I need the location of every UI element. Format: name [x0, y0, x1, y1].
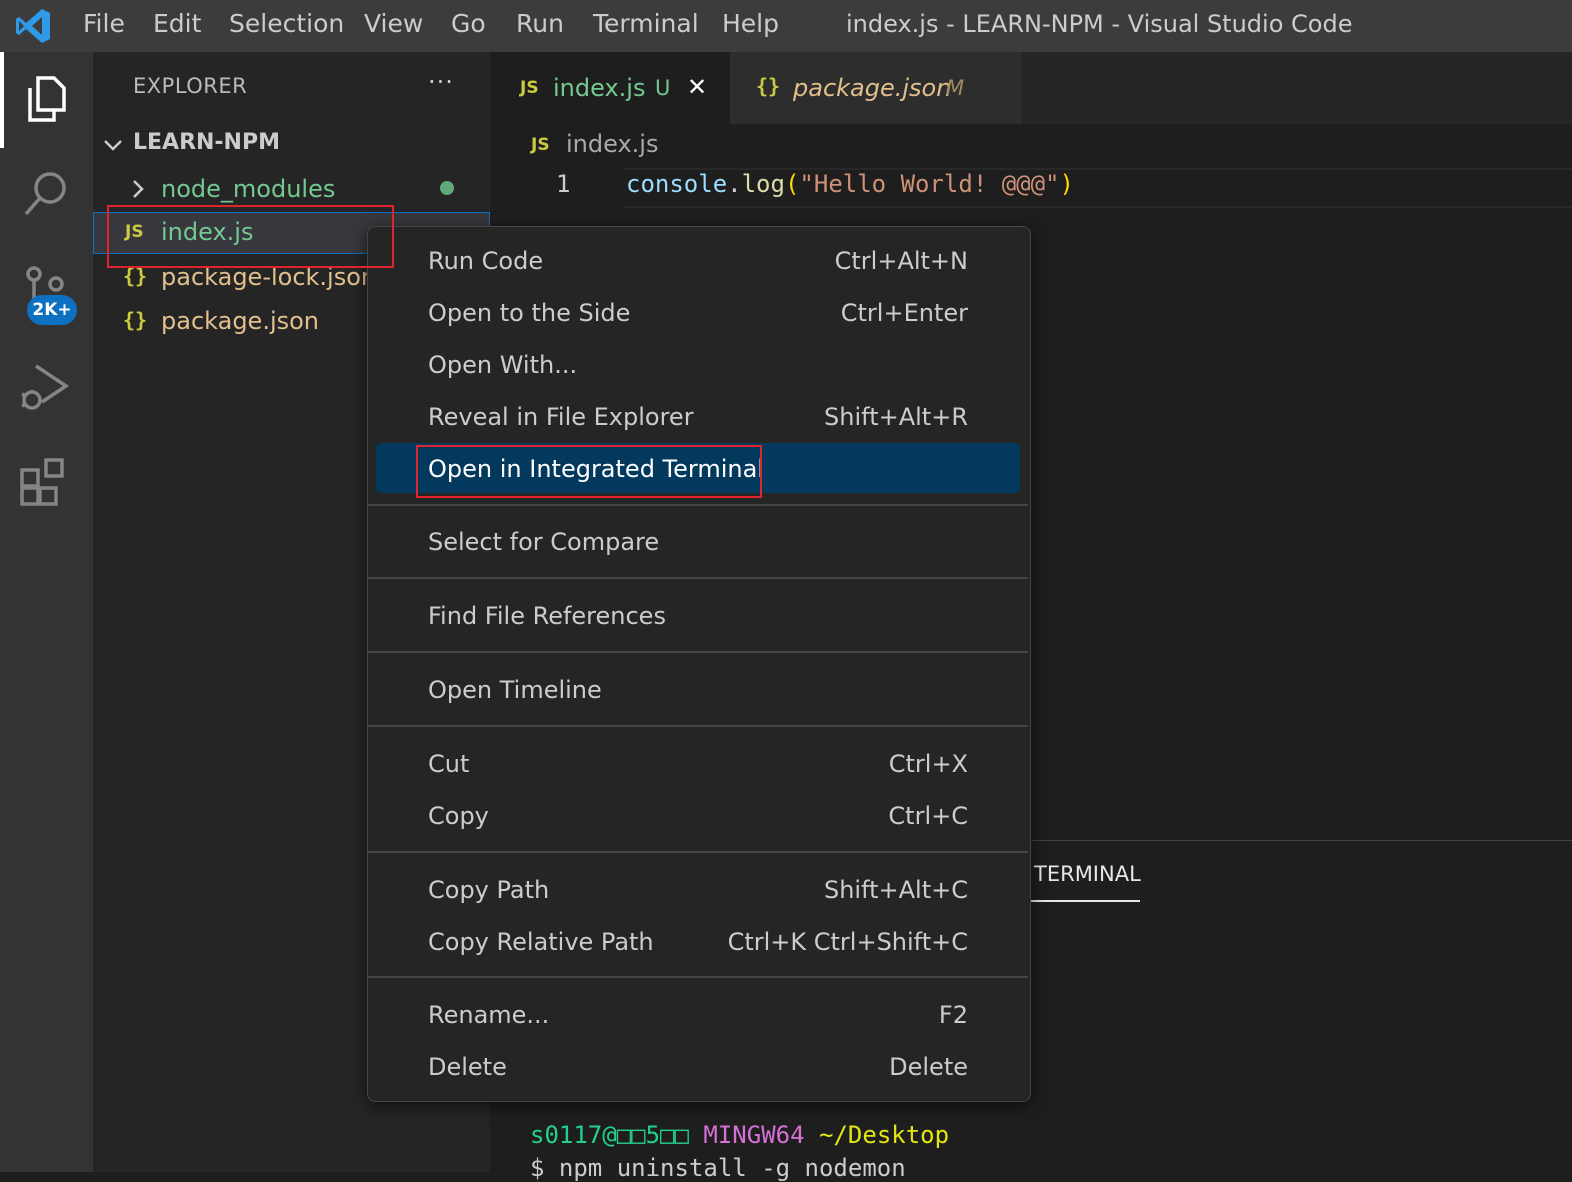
untracked-dot — [440, 181, 454, 195]
menu-separator — [368, 504, 1028, 506]
menu-help[interactable]: Help — [722, 8, 779, 40]
menu-item-label: Find File References — [428, 602, 666, 630]
menu-item-label: Copy Relative Path — [428, 928, 654, 956]
menu-item-label: Run Code — [428, 247, 544, 275]
tree-item-label: package.json — [161, 307, 320, 335]
menu-separator — [368, 976, 1028, 978]
menu-terminal[interactable]: Terminal — [593, 8, 699, 40]
menu-item-label: Cut — [428, 750, 470, 778]
json-file-icon: {} — [756, 74, 781, 98]
menu-item-find-file-references[interactable]: Find File References — [376, 592, 1020, 640]
menu-item-shortcut: Delete — [889, 1053, 968, 1081]
menu-separator — [368, 577, 1028, 579]
close-icon[interactable]: ✕ — [687, 71, 707, 103]
explorer-title: EXPLORER — [133, 74, 248, 98]
menu-item-label: Reveal in File Explorer — [428, 403, 694, 431]
menu-item-label: Copy — [428, 802, 489, 830]
menu-item-shortcut: Shift+Alt+R — [824, 403, 968, 431]
javascript-file-icon: JS — [520, 78, 539, 98]
menu-item-copy-relative-path[interactable]: Copy Relative Path Ctrl+K Ctrl+Shift+C — [376, 918, 1020, 966]
tab-label: index.js — [553, 74, 646, 102]
annotation-box-index-js — [107, 205, 394, 268]
more-actions-icon[interactable]: ··· — [428, 68, 454, 96]
tab-label: package.json — [793, 74, 952, 102]
search-icon[interactable] — [18, 166, 74, 222]
menu-go[interactable]: Go — [451, 8, 486, 40]
tree-item-label: node_modules — [161, 175, 336, 203]
menu-run[interactable]: Run — [516, 8, 564, 40]
code-token-paren: ) — [1059, 170, 1074, 198]
menu-item-rename[interactable]: Rename... F2 — [376, 991, 1020, 1039]
menu-item-shortcut: Shift+Alt+C — [823, 876, 968, 904]
menu-edit[interactable]: Edit — [153, 8, 201, 40]
terminal-command-line: $ npm uninstall -g nodemon — [530, 1154, 906, 1182]
menu-item-copy[interactable]: Copy Ctrl+C — [376, 792, 1020, 840]
code-token-dot: . — [727, 170, 742, 198]
annotation-box-open-in-terminal — [416, 445, 762, 498]
workspace-folder-name[interactable]: LEARN-NPM — [133, 130, 280, 155]
active-indicator — [0, 52, 4, 148]
menu-item-open-timeline[interactable]: Open Timeline — [376, 666, 1020, 714]
tab-package-json[interactable]: {} package.json M — [730, 52, 1022, 124]
terminal-prompt-line: s0117@□□5□□ MINGW64 ~/Desktop — [530, 1121, 949, 1149]
menu-separator — [368, 851, 1028, 853]
menu-item-reveal-in-explorer[interactable]: Reveal in File Explorer Shift+Alt+R — [376, 393, 1020, 441]
explorer-icon[interactable] — [18, 70, 74, 126]
chevron-right-icon — [133, 180, 144, 198]
menu-separator — [368, 651, 1028, 653]
extensions-icon[interactable] — [18, 454, 74, 510]
modified-status: M — [946, 76, 965, 100]
menu-item-run-code[interactable]: Run Code Ctrl+Alt+N — [376, 237, 1020, 285]
menu-item-open-with[interactable]: Open With... — [376, 341, 1020, 389]
terminal-path: ~/Desktop — [819, 1121, 950, 1149]
menu-item-shortcut: Ctrl+Alt+N — [834, 247, 968, 275]
tab-terminal[interactable]: TERMINAL — [1034, 862, 1141, 886]
menu-item-label: Rename... — [428, 1001, 550, 1029]
menu-item-label: Open to the Side — [428, 299, 631, 327]
menu-item-shortcut: Ctrl+K Ctrl+Shift+C — [727, 928, 968, 956]
terminal-user: s0117@□□5□□ — [530, 1121, 689, 1149]
menu-item-label: Copy Path — [428, 876, 550, 904]
menu-item-label: Select for Compare — [428, 528, 660, 556]
menu-item-delete[interactable]: Delete Delete — [376, 1043, 1020, 1091]
menu-separator — [368, 725, 1028, 727]
window-title: index.js - LEARN-NPM - Visual Studio Cod… — [846, 10, 1353, 38]
menu-selection[interactable]: Selection — [229, 8, 344, 40]
menu-item-shortcut: F2 — [938, 1001, 968, 1029]
breadcrumb-js-icon: JS — [531, 135, 550, 155]
code-token-string: "Hello World! @@@" — [799, 170, 1060, 198]
menu-file[interactable]: File — [83, 8, 125, 40]
breadcrumb[interactable]: index.js — [566, 130, 658, 158]
run-debug-icon[interactable] — [18, 358, 74, 414]
menu-item-open-to-side[interactable]: Open to the Side Ctrl+Enter — [376, 289, 1020, 337]
code-token-function: log — [741, 170, 785, 198]
line-number: 1 — [556, 170, 571, 198]
menu-item-select-for-compare[interactable]: Select for Compare — [376, 518, 1020, 566]
active-tab-underline — [1030, 900, 1140, 902]
menu-item-label: Open With... — [428, 351, 578, 379]
untracked-status: U — [655, 76, 671, 100]
menu-item-shortcut: Ctrl+C — [888, 802, 968, 830]
terminal-system: MINGW64 — [703, 1121, 805, 1149]
json-file-icon: {} — [123, 308, 148, 332]
code-token-object: console — [626, 170, 728, 198]
code-line[interactable]: console.log("Hello World! @@@") — [626, 170, 1074, 198]
menu-item-copy-path[interactable]: Copy Path Shift+Alt+C — [376, 866, 1020, 914]
vscode-logo-icon — [16, 9, 50, 43]
chevron-down-icon[interactable] — [103, 131, 123, 161]
title-bar: File Edit Selection View Go Run Terminal… — [0, 0, 1572, 52]
menu-item-shortcut: Ctrl+X — [888, 750, 968, 778]
menu-item-shortcut: Ctrl+Enter — [840, 299, 968, 327]
tab-index-js[interactable]: JS index.js U ✕ — [490, 52, 730, 124]
code-token-paren: ( — [784, 170, 800, 198]
menu-view[interactable]: View — [364, 8, 423, 40]
menu-item-cut[interactable]: Cut Ctrl+X — [376, 740, 1020, 788]
source-control-badge: 2K+ — [27, 295, 77, 325]
menu-item-label: Open Timeline — [428, 676, 602, 704]
menu-item-label: Delete — [428, 1053, 507, 1081]
